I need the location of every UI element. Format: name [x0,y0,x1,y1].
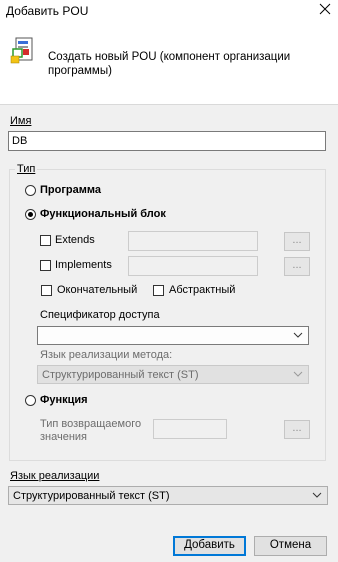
extends-checkbox[interactable] [40,235,51,246]
program-label[interactable]: Программа [40,184,101,196]
function-block-radio[interactable] [25,209,36,220]
implements-checkbox[interactable] [40,260,51,271]
impl-language-select[interactable]: Структурированный текст (ST) [8,486,328,505]
window-title: Добавить POU [6,4,89,18]
function-block-label[interactable]: Функциональный блок [40,208,166,220]
name-input[interactable]: DB [8,131,326,151]
final-checkbox[interactable] [41,285,52,296]
function-radio[interactable] [25,395,36,406]
document-pou-icon [10,37,33,64]
type-group-label: Тип [15,163,38,175]
method-language-select: Структурированный текст (ST) [37,365,309,384]
header-description: Создать новый POU (компонент организации… [48,51,291,77]
extends-browse-button: ... [284,232,310,251]
return-type-input [153,419,227,439]
cancel-button[interactable]: Отмена [254,536,327,556]
access-specifier-label: Спецификатор доступа [40,309,160,321]
implements-browse-button: ... [284,257,310,276]
chevron-down-icon [293,332,303,338]
close-icon[interactable] [318,2,332,16]
program-radio[interactable] [25,185,36,196]
implements-input [128,256,258,276]
method-language-label: Язык реализации метода: [40,349,173,361]
final-label: Окончательный [57,284,138,296]
extends-label: Extends [55,234,95,246]
return-type-label: Тип возвращаемого значения [40,418,142,443]
return-type-browse-button: ... [284,420,310,439]
implements-label: Implements [55,259,112,271]
abstract-label: Абстрактный [169,284,236,296]
impl-language-value: Структурированный текст (ST) [13,490,170,502]
chevron-down-icon [312,492,322,498]
impl-language-label: Язык реализации [10,470,100,482]
extends-input [128,231,258,251]
abstract-checkbox[interactable] [153,285,164,296]
add-button[interactable]: Добавить [173,536,246,556]
method-language-value: Структурированный текст (ST) [42,369,199,381]
function-label[interactable]: Функция [40,394,88,406]
name-label: Имя [10,115,32,127]
chevron-down-icon [293,371,303,377]
access-specifier-select[interactable] [37,326,309,345]
